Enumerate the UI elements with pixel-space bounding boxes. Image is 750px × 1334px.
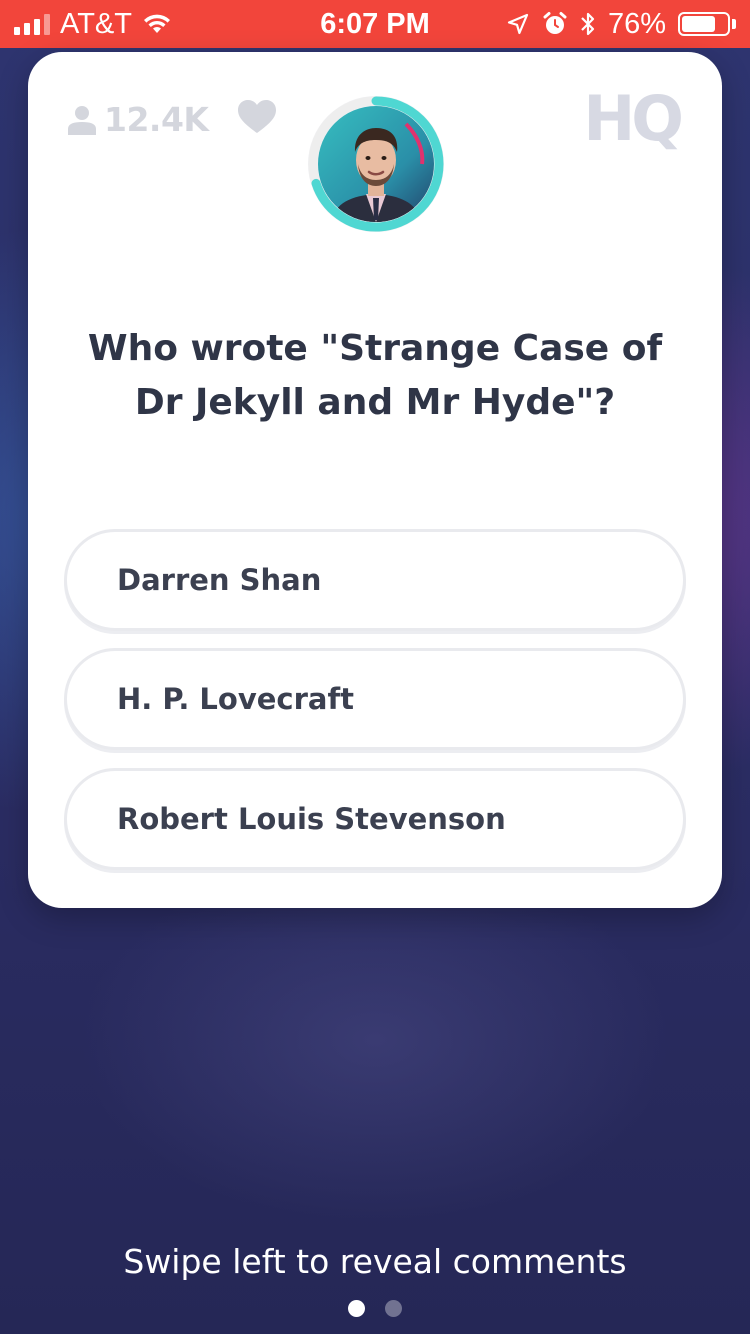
battery-fill bbox=[682, 16, 716, 32]
heart-icon[interactable] bbox=[238, 100, 276, 134]
answer-label: Darren Shan bbox=[117, 563, 322, 597]
battery-icon bbox=[678, 12, 730, 36]
page-indicator[interactable] bbox=[0, 1300, 750, 1317]
answer-label: Robert Louis Stevenson bbox=[117, 802, 506, 836]
status-right: 76% bbox=[506, 0, 736, 48]
bluetooth-icon bbox=[581, 12, 595, 36]
location-arrow-icon bbox=[507, 13, 529, 35]
hq-logo: HQ bbox=[583, 82, 684, 155]
viewer-count-label: 12.4K bbox=[104, 100, 209, 139]
battery-tip bbox=[732, 19, 736, 29]
answer-option-3[interactable]: Robert Louis Stevenson bbox=[64, 768, 686, 870]
question-text: Who wrote "Strange Case of Dr Jekyll and… bbox=[87, 328, 663, 423]
answer-option-2[interactable]: H. P. Lovecraft bbox=[64, 648, 686, 750]
swipe-hint: Swipe left to reveal comments bbox=[123, 1242, 627, 1281]
page-dot-2[interactable] bbox=[385, 1300, 402, 1317]
question-card: 12.4K HQ Who wrote "Strange Case of Dr J… bbox=[28, 52, 722, 908]
page-dot-1[interactable] bbox=[348, 1300, 365, 1317]
alarm-icon bbox=[543, 12, 567, 34]
host-avatar bbox=[308, 96, 444, 232]
answer-option-1[interactable]: Darren Shan bbox=[64, 529, 686, 631]
status-bar: AT&T 6:07 PM 76% bbox=[0, 0, 750, 48]
person-icon bbox=[68, 105, 96, 135]
battery-percent: 76% bbox=[607, 7, 666, 40]
viewer-count: 12.4K bbox=[68, 100, 209, 139]
answer-label: H. P. Lovecraft bbox=[117, 682, 354, 716]
